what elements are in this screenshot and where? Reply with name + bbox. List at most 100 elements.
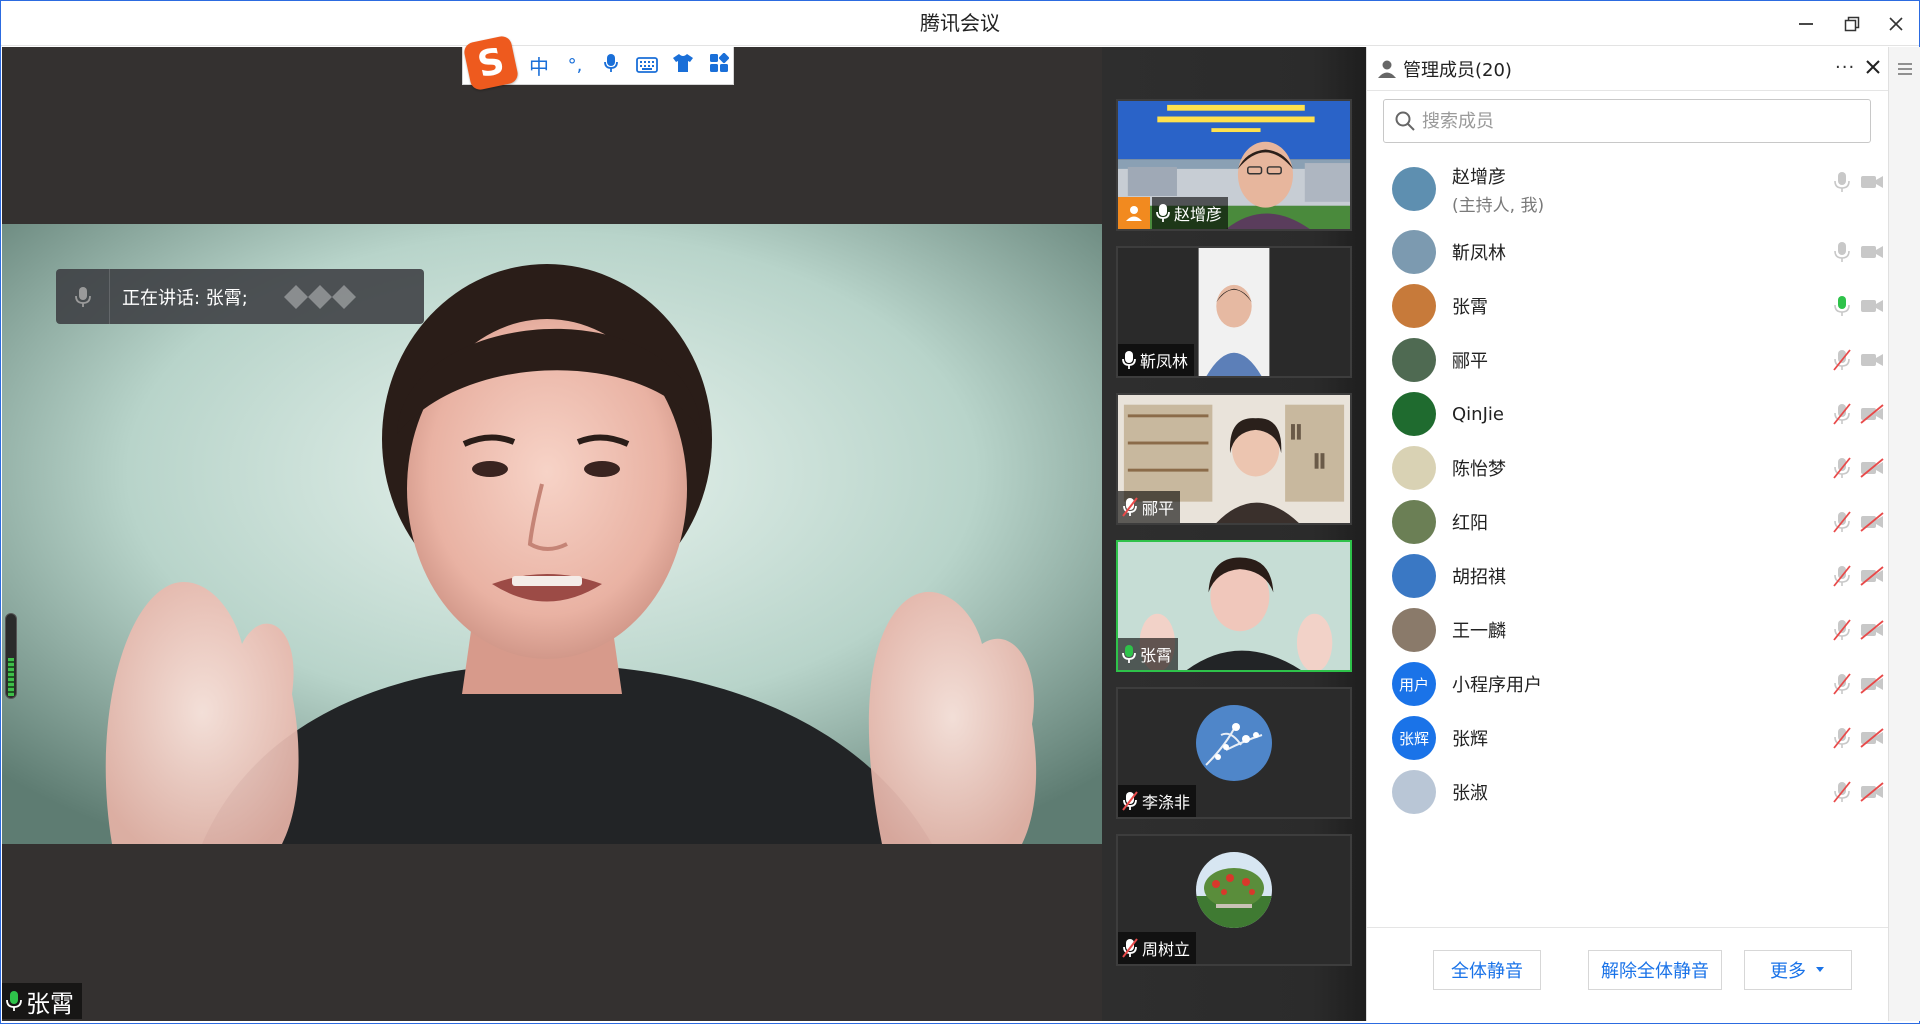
person-icon: [1126, 206, 1142, 221]
mute-all-button[interactable]: 全体静音: [1433, 950, 1541, 990]
camera-off-icon[interactable]: [1859, 510, 1885, 534]
member-avatar: [1392, 338, 1436, 382]
mic-muted-icon[interactable]: [1829, 780, 1855, 804]
member-name-block: 陈怡梦: [1452, 455, 1506, 481]
member-name-block: 郦平: [1452, 347, 1488, 373]
sogou-logo-icon[interactable]: S: [462, 34, 520, 92]
ime-skin-button[interactable]: [669, 53, 697, 78]
video-gallery: 赵增彦 靳凤林 郦平 张霄 李涤非 周树立: [1102, 47, 1366, 1021]
member-name-block: 小程序用户: [1452, 671, 1542, 697]
member-name: 小程序用户: [1452, 675, 1542, 696]
video-stage: 正在讲话: 张霄; 张霄 S 中 °, 赵增彦 靳凤林 郦平 张霄 李涤非 周树…: [2, 34, 1366, 1021]
camera-off-icon[interactable]: [1859, 402, 1885, 426]
participant-avatar: [1196, 705, 1272, 781]
mic-muted-icon[interactable]: [1829, 726, 1855, 750]
member-list: 赵增彦 (主持人, 我) 靳凤林 张霄 郦平 QinJie 陈怡梦 红阳 胡招祺 王一麟 用户 小程序…: [1367, 155, 1888, 927]
member-avatar: 张辉: [1392, 716, 1436, 760]
member-name: QinJie: [1452, 403, 1504, 425]
mic-speaking-icon[interactable]: [1829, 294, 1855, 318]
mic-muted-icon: [1122, 497, 1138, 517]
video-tile[interactable]: 周树立: [1116, 834, 1352, 966]
close-window-button[interactable]: [1881, 9, 1911, 39]
mic-icon: [604, 54, 618, 72]
mic-muted-icon: [1122, 791, 1138, 811]
ime-voice-button[interactable]: [597, 53, 625, 78]
camera-off-icon[interactable]: [1859, 564, 1885, 588]
mic-muted-icon[interactable]: [1829, 510, 1855, 534]
more-options-button[interactable]: 更多: [1744, 950, 1852, 990]
camera-icon[interactable]: [1859, 170, 1885, 194]
video-tile-active-speaker[interactable]: 张霄: [1116, 540, 1352, 672]
member-name: 郦平: [1452, 351, 1488, 372]
tile-name: 李涤非: [1142, 793, 1191, 812]
panel-title-text: 管理成员(20): [1403, 59, 1512, 81]
member-name-block: 张辉: [1452, 725, 1488, 751]
camera-off-icon[interactable]: [1859, 780, 1885, 804]
member-search-input[interactable]: [1422, 110, 1862, 132]
member-name-block: 胡招祺: [1452, 563, 1506, 589]
more-options-label: 更多: [1770, 961, 1806, 982]
side-menu-button[interactable]: [1895, 59, 1915, 79]
panel-side-strip: [1888, 47, 1920, 1021]
mic-muted-icon[interactable]: [1829, 618, 1855, 642]
member-role: (主持人, 我): [1452, 195, 1545, 216]
camera-off-icon[interactable]: [1859, 618, 1885, 642]
mic-icon[interactable]: [1829, 170, 1855, 194]
ime-toolbox-button[interactable]: [705, 52, 733, 78]
panel-close-button[interactable]: [1861, 55, 1885, 79]
restore-button[interactable]: [1837, 9, 1867, 39]
member-avatar: [1392, 230, 1436, 274]
tile-name: 郦平: [1142, 499, 1175, 518]
grid-icon: [710, 52, 730, 72]
mic-icon[interactable]: [1829, 240, 1855, 264]
member-avatar: [1392, 392, 1436, 436]
member-row[interactable]: 赵增彦 (主持人, 我): [1367, 155, 1888, 229]
ime-keyboard-button[interactable]: [633, 54, 661, 78]
self-name: 张霄: [26, 989, 74, 1018]
tile-name-tag: 靳凤林: [1118, 344, 1195, 376]
mic-muted-icon[interactable]: [1829, 456, 1855, 480]
member-name: 胡招祺: [1452, 567, 1506, 588]
window-title: 腾讯会议: [920, 11, 1000, 35]
mic-muted-icon[interactable]: [1829, 564, 1855, 588]
mic-speaking-icon: [1122, 645, 1136, 663]
close-icon: [1866, 60, 1880, 74]
member-management-panel: 管理成员(20) ··· 赵增彦 (主持人, 我) 靳凤林张霄郦平 QinJie 陈怡梦…: [1366, 47, 1920, 1021]
camera-off-icon[interactable]: [1859, 672, 1885, 696]
member-name: 张淑: [1452, 783, 1488, 804]
video-tile[interactable]: 郦平: [1116, 393, 1352, 525]
title-bar: 腾讯会议: [1, 1, 1919, 46]
mic-muted-icon[interactable]: [1829, 672, 1855, 696]
ime-punctuation-toggle[interactable]: °,: [561, 55, 589, 76]
mic-muted-icon[interactable]: [1829, 402, 1855, 426]
tile-name: 周树立: [1142, 940, 1191, 959]
main-video-area[interactable]: 正在讲话: 张霄; 张霄 S 中 °,: [2, 34, 1102, 1021]
video-tile[interactable]: 靳凤林: [1116, 246, 1352, 378]
minimize-icon: [1799, 23, 1813, 25]
tile-name: 靳凤林: [1140, 352, 1189, 371]
participant-avatar: [1196, 852, 1272, 928]
member-name-block: 靳凤林: [1452, 239, 1506, 265]
member-row[interactable]: 张淑: [1367, 759, 1888, 825]
ime-language-toggle[interactable]: 中: [525, 51, 553, 80]
camera-icon[interactable]: [1859, 348, 1885, 372]
member-search-box[interactable]: [1383, 99, 1871, 143]
speaking-indicator: 正在讲话: 张霄;: [56, 269, 424, 324]
camera-icon[interactable]: [1859, 240, 1885, 264]
camera-off-icon[interactable]: [1859, 456, 1885, 480]
panel-more-button[interactable]: ···: [1835, 57, 1855, 78]
camera-off-icon[interactable]: [1859, 726, 1885, 750]
volume-meter-level: [8, 658, 14, 696]
panel-header: 管理成员(20) ···: [1367, 47, 1888, 91]
camera-icon[interactable]: [1859, 294, 1885, 318]
ime-toolbar: S 中 °,: [462, 34, 734, 92]
unmute-all-button[interactable]: 解除全体静音: [1588, 950, 1722, 990]
member-avatar: [1392, 554, 1436, 598]
mic-muted-icon[interactable]: [1829, 348, 1855, 372]
member-name: 陈怡梦: [1452, 459, 1506, 480]
minimize-button[interactable]: [1791, 9, 1821, 39]
close-icon: [1889, 17, 1903, 31]
video-tile[interactable]: 李涤非: [1116, 687, 1352, 819]
tile-name-tag: 赵增彦: [1152, 197, 1229, 229]
video-tile[interactable]: 赵增彦: [1116, 99, 1352, 231]
